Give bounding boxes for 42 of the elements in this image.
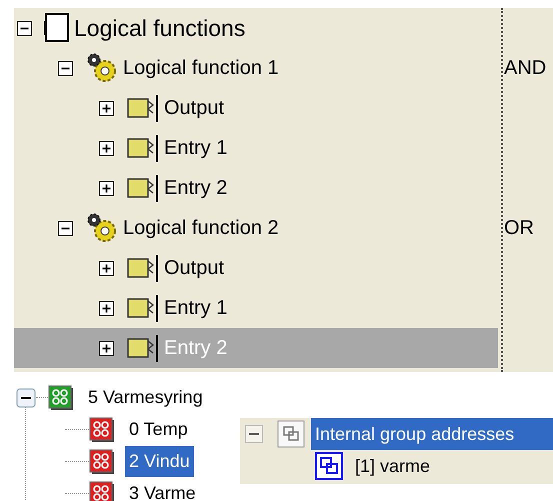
tree-item[interactable]: Entry 2 bbox=[164, 173, 228, 203]
tree-item[interactable]: Logical function 1 bbox=[123, 53, 279, 83]
group-icon bbox=[89, 448, 115, 474]
tree-item[interactable]: Output bbox=[164, 93, 224, 123]
group-icon bbox=[48, 384, 74, 410]
collapse-icon[interactable] bbox=[58, 60, 73, 76]
tree-item[interactable]: Logical functions bbox=[74, 10, 246, 46]
object-icon bbox=[126, 253, 160, 283]
tree-item[interactable]: 2 Vindu bbox=[125, 446, 194, 477]
overlap-squares-icon bbox=[277, 420, 305, 448]
object-icon bbox=[126, 133, 160, 163]
overlap-squares-icon bbox=[315, 452, 343, 480]
gear-icon bbox=[85, 52, 119, 84]
tree-item[interactable]: [1] varme bbox=[355, 452, 430, 480]
gear-icon bbox=[85, 212, 119, 244]
expand-icon[interactable] bbox=[99, 340, 114, 356]
group-icon bbox=[89, 416, 115, 442]
expand-icon[interactable] bbox=[99, 260, 114, 276]
group-icon bbox=[89, 480, 115, 501]
collapse-icon[interactable] bbox=[17, 20, 32, 36]
object-icon bbox=[126, 173, 160, 203]
tree-item[interactable]: Logical function 2 bbox=[123, 213, 279, 243]
tree-item[interactable]: 5 Varmesyring bbox=[86, 384, 205, 411]
page-icon bbox=[44, 13, 70, 43]
object-icon bbox=[126, 93, 160, 123]
tree-item[interactable]: Output bbox=[164, 253, 224, 283]
collapse-icon[interactable] bbox=[245, 425, 263, 443]
object-icon bbox=[126, 333, 160, 363]
tree-item[interactable]: 0 Temp bbox=[125, 414, 192, 445]
tree-item[interactable]: Internal group addresses bbox=[311, 418, 553, 450]
tree-item[interactable]: Entry 1 bbox=[164, 293, 228, 323]
collapse-icon[interactable] bbox=[16, 388, 36, 408]
operator-value: OR bbox=[504, 216, 534, 241]
tree-item[interactable]: Entry 1 bbox=[164, 133, 228, 163]
object-icon bbox=[126, 293, 160, 323]
expand-icon[interactable] bbox=[99, 300, 114, 316]
expand-icon[interactable] bbox=[99, 100, 114, 116]
tree-item[interactable]: 3 Varme bbox=[125, 478, 200, 501]
expand-icon[interactable] bbox=[99, 140, 114, 156]
collapse-icon[interactable] bbox=[58, 220, 73, 236]
expand-icon[interactable] bbox=[99, 180, 114, 196]
operator-value: AND bbox=[504, 56, 546, 81]
